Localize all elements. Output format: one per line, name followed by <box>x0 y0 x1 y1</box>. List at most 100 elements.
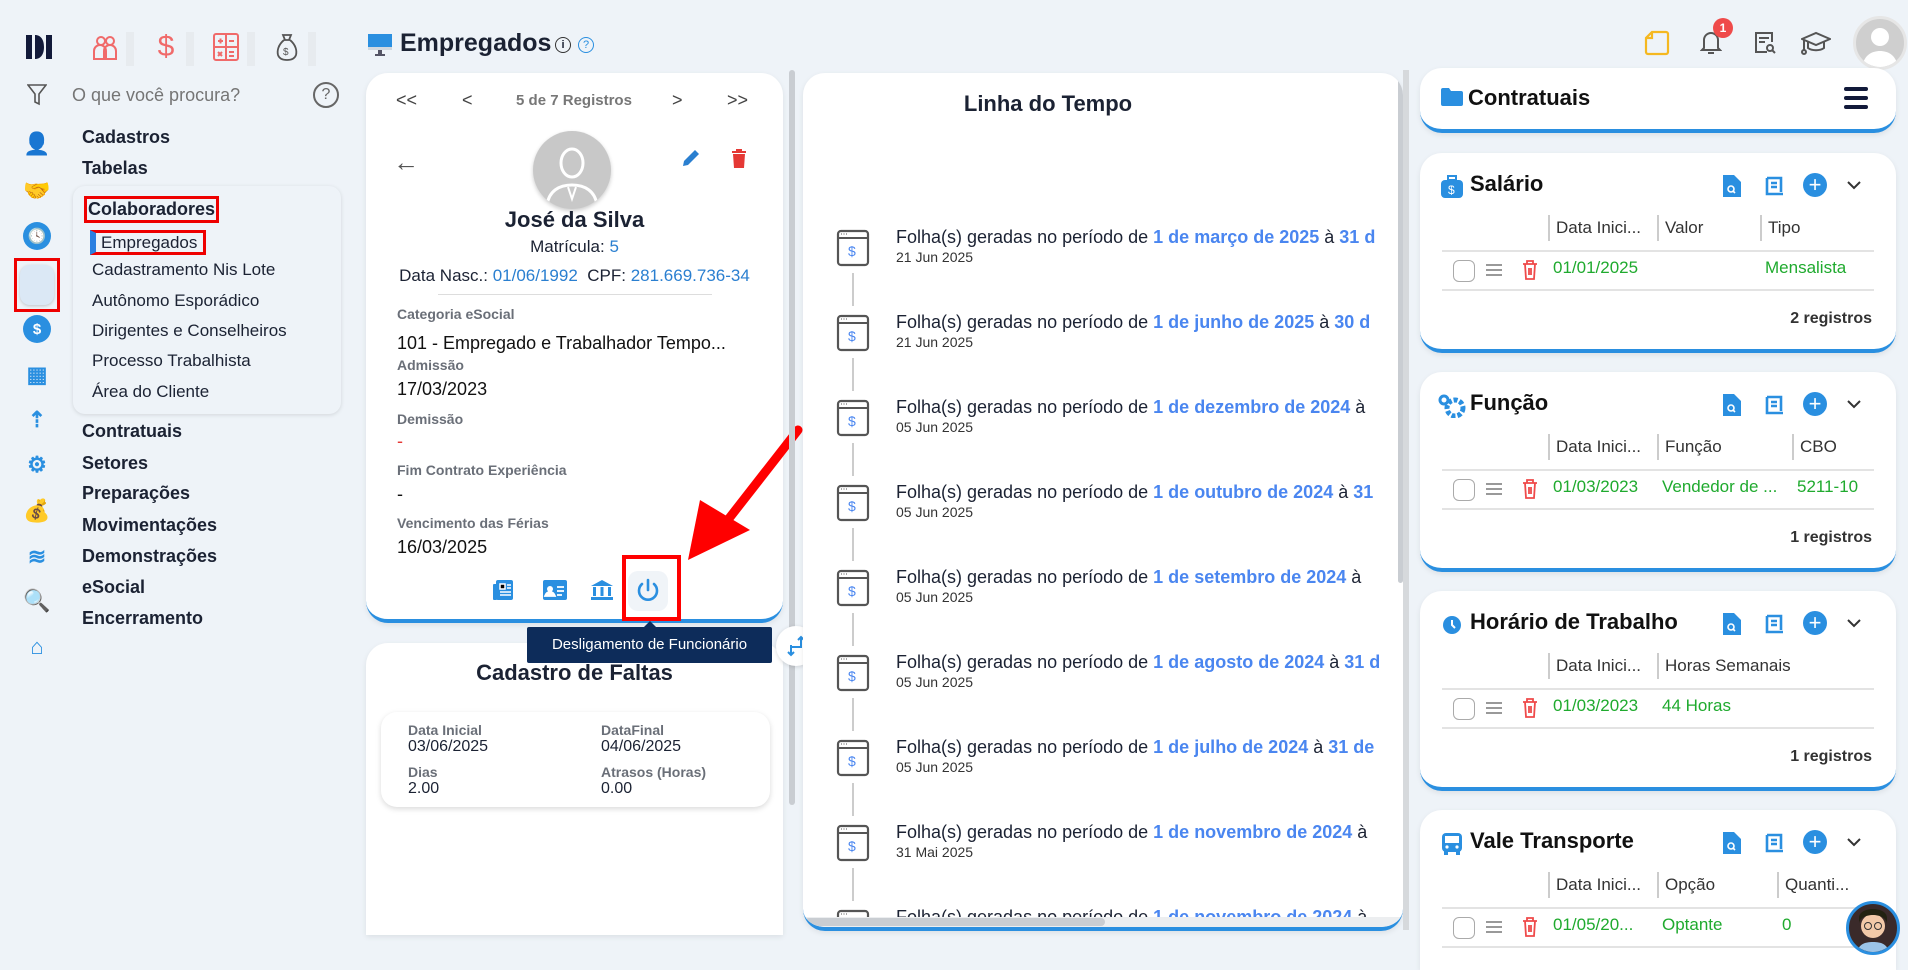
money-bag-module-icon[interactable]: $ <box>270 30 304 64</box>
timeline-item[interactable]: $ Folha(s) geradas no período de 1 de ma… <box>803 227 1403 306</box>
people-module-icon[interactable] <box>88 30 122 64</box>
menu-esocial[interactable]: eSocial <box>82 577 145 598</box>
notes-icon[interactable] <box>1644 30 1670 56</box>
filter-icon[interactable] <box>24 82 50 108</box>
prev-record-button[interactable]: < <box>462 90 473 111</box>
dollar-circle-icon[interactable]: $ <box>23 315 51 343</box>
next-record-button[interactable]: > <box>672 90 683 111</box>
column-header[interactable]: Quanti... <box>1777 872 1869 898</box>
menu-preparacoes[interactable]: Preparações <box>82 483 190 504</box>
timeline-item[interactable]: $ Folha(s) geradas no período de 1 de ou… <box>803 482 1403 561</box>
column-header[interactable]: Tipo <box>1760 215 1869 241</box>
search-input[interactable] <box>72 82 292 108</box>
menu-encerramento[interactable]: Encerramento <box>82 608 203 629</box>
menu-area-do-cliente[interactable]: Área do Cliente <box>92 382 209 402</box>
back-arrow-icon[interactable]: ← <box>393 147 419 177</box>
timeline-item[interactable]: $ Folha(s) geradas no período de 1 de ju… <box>803 312 1403 391</box>
scroll-icon[interactable] <box>1762 830 1786 856</box>
trash-icon[interactable] <box>1520 697 1540 719</box>
menu-processo-trabalhista[interactable]: Processo Trabalhista <box>92 351 251 371</box>
app-logo[interactable] <box>22 30 56 64</box>
menu-setores[interactable]: Setores <box>82 453 148 474</box>
dollar-module-icon[interactable]: $ <box>149 30 183 64</box>
row-checkbox[interactable] <box>1453 260 1475 282</box>
document-search-icon[interactable] <box>1720 173 1744 199</box>
timeline-item[interactable]: $ Folha(s) geradas no período de 1 de ag… <box>803 652 1403 731</box>
info-icon[interactable]: i <box>555 37 571 53</box>
search-icon[interactable]: 🔍 <box>23 587 51 615</box>
newspaper-icon[interactable] <box>490 577 516 603</box>
column-header[interactable]: Data Inici... <box>1548 434 1651 460</box>
timeline-item[interactable]: $ Folha(s) geradas no período de 1 de de… <box>803 397 1403 476</box>
graduation-cap-icon[interactable] <box>1801 30 1831 56</box>
column-header[interactable]: Opção <box>1657 872 1771 898</box>
column-header[interactable]: Valor <box>1657 215 1754 241</box>
help-icon[interactable]: ? <box>313 82 339 108</box>
add-icon[interactable]: + <box>1803 173 1827 197</box>
timeline-item[interactable]: $ Folha(s) geradas no período de 1 de ju… <box>803 737 1403 816</box>
column-header[interactable]: Função <box>1657 434 1786 460</box>
menu-movimentacoes[interactable]: Movimentações <box>82 515 217 536</box>
falta-record[interactable]: Data Inicial 03/06/2025 DataFinal 04/06/… <box>381 712 770 807</box>
right-scrollbar[interactable] <box>1403 70 1409 930</box>
menu-autonomo-esporadico[interactable]: Autônomo Esporádico <box>92 291 259 311</box>
column-header[interactable]: Data Inici... <box>1548 215 1651 241</box>
menu-tabelas[interactable]: Tabelas <box>82 158 148 179</box>
growth-icon[interactable]: ⇡ <box>23 406 51 434</box>
scroll-icon[interactable] <box>1762 611 1786 637</box>
employee-photo[interactable] <box>533 131 611 209</box>
trash-icon[interactable] <box>1520 916 1540 938</box>
calculator-module-icon[interactable] <box>209 30 243 64</box>
bank-icon[interactable] <box>588 577 616 603</box>
last-record-button[interactable]: >> <box>727 90 748 111</box>
document-search-icon[interactable] <box>1720 830 1744 856</box>
trash-icon[interactable] <box>1520 259 1540 281</box>
delete-icon[interactable] <box>726 145 752 171</box>
menu-cadastramento-nis-lote[interactable]: Cadastramento Nis Lote <box>92 260 275 280</box>
column-header[interactable]: Data Inici... <box>1548 653 1651 679</box>
scroll-icon[interactable] <box>1762 173 1786 199</box>
menu-demonstracoes[interactable]: Demonstrações <box>82 546 217 567</box>
clock-icon[interactable]: 🕓 <box>23 222 51 250</box>
column-header[interactable]: Horas Semanais <box>1657 653 1869 679</box>
menu-colaboradores[interactable]: Colaboradores <box>84 196 220 223</box>
menu-contratuais[interactable]: Contratuais <box>82 421 182 442</box>
row-checkbox[interactable] <box>1453 479 1475 501</box>
row-checkbox[interactable] <box>1453 698 1475 720</box>
drag-handle-icon[interactable] <box>1486 483 1502 495</box>
timeline-item[interactable]: $ Folha(s) geradas no período de 1 de no… <box>803 822 1403 901</box>
menu-hamburger-icon[interactable] <box>1842 84 1870 112</box>
layers-icon[interactable]: ≋ <box>23 543 51 571</box>
user-avatar[interactable] <box>1853 16 1907 70</box>
column-header[interactable]: Data Inici... <box>1548 872 1651 898</box>
table-row[interactable]: 01/03/2023 44 Horas <box>1420 690 1896 726</box>
menu-cadastros[interactable]: Cadastros <box>82 127 170 148</box>
add-icon[interactable]: + <box>1803 611 1827 635</box>
first-record-button[interactable]: << <box>396 90 417 111</box>
document-search-icon[interactable] <box>1752 30 1778 56</box>
home-icon[interactable]: ⌂ <box>23 633 51 661</box>
table-row[interactable]: 01/05/20... Optante 0 <box>1420 909 1896 945</box>
money-bag-icon[interactable]: 💰 <box>23 497 51 525</box>
document-search-icon[interactable] <box>1720 611 1744 637</box>
drag-handle-icon[interactable] <box>1486 702 1502 714</box>
document-search-icon[interactable] <box>1720 392 1744 418</box>
chevron-down-icon[interactable] <box>1844 832 1864 852</box>
column-scrollbar[interactable] <box>789 70 795 805</box>
menu-empregados[interactable]: Empregados <box>90 230 207 255</box>
edit-icon[interactable] <box>678 145 704 171</box>
menu-dirigentes-conselheiros[interactable]: Dirigentes e Conselheiros <box>92 321 287 341</box>
scroll-icon[interactable] <box>1762 392 1786 418</box>
row-checkbox[interactable] <box>1453 917 1475 939</box>
assistant-avatar[interactable] <box>1846 901 1900 955</box>
trash-icon[interactable] <box>1520 478 1540 500</box>
timeline-horizontal-scrollbar[interactable] <box>805 918 1105 926</box>
id-card-icon[interactable] <box>541 577 569 603</box>
chevron-down-icon[interactable] <box>1844 613 1864 633</box>
handshake-icon[interactable]: 🤝 <box>23 177 51 205</box>
chevron-down-icon[interactable] <box>1844 394 1864 414</box>
timeline-item[interactable]: $ Folha(s) geradas no período de 1 de se… <box>803 567 1403 646</box>
user-gear-icon[interactable]: 👤 <box>23 130 51 158</box>
chevron-down-icon[interactable] <box>1844 175 1864 195</box>
help-circle-icon[interactable]: ? <box>578 37 594 53</box>
